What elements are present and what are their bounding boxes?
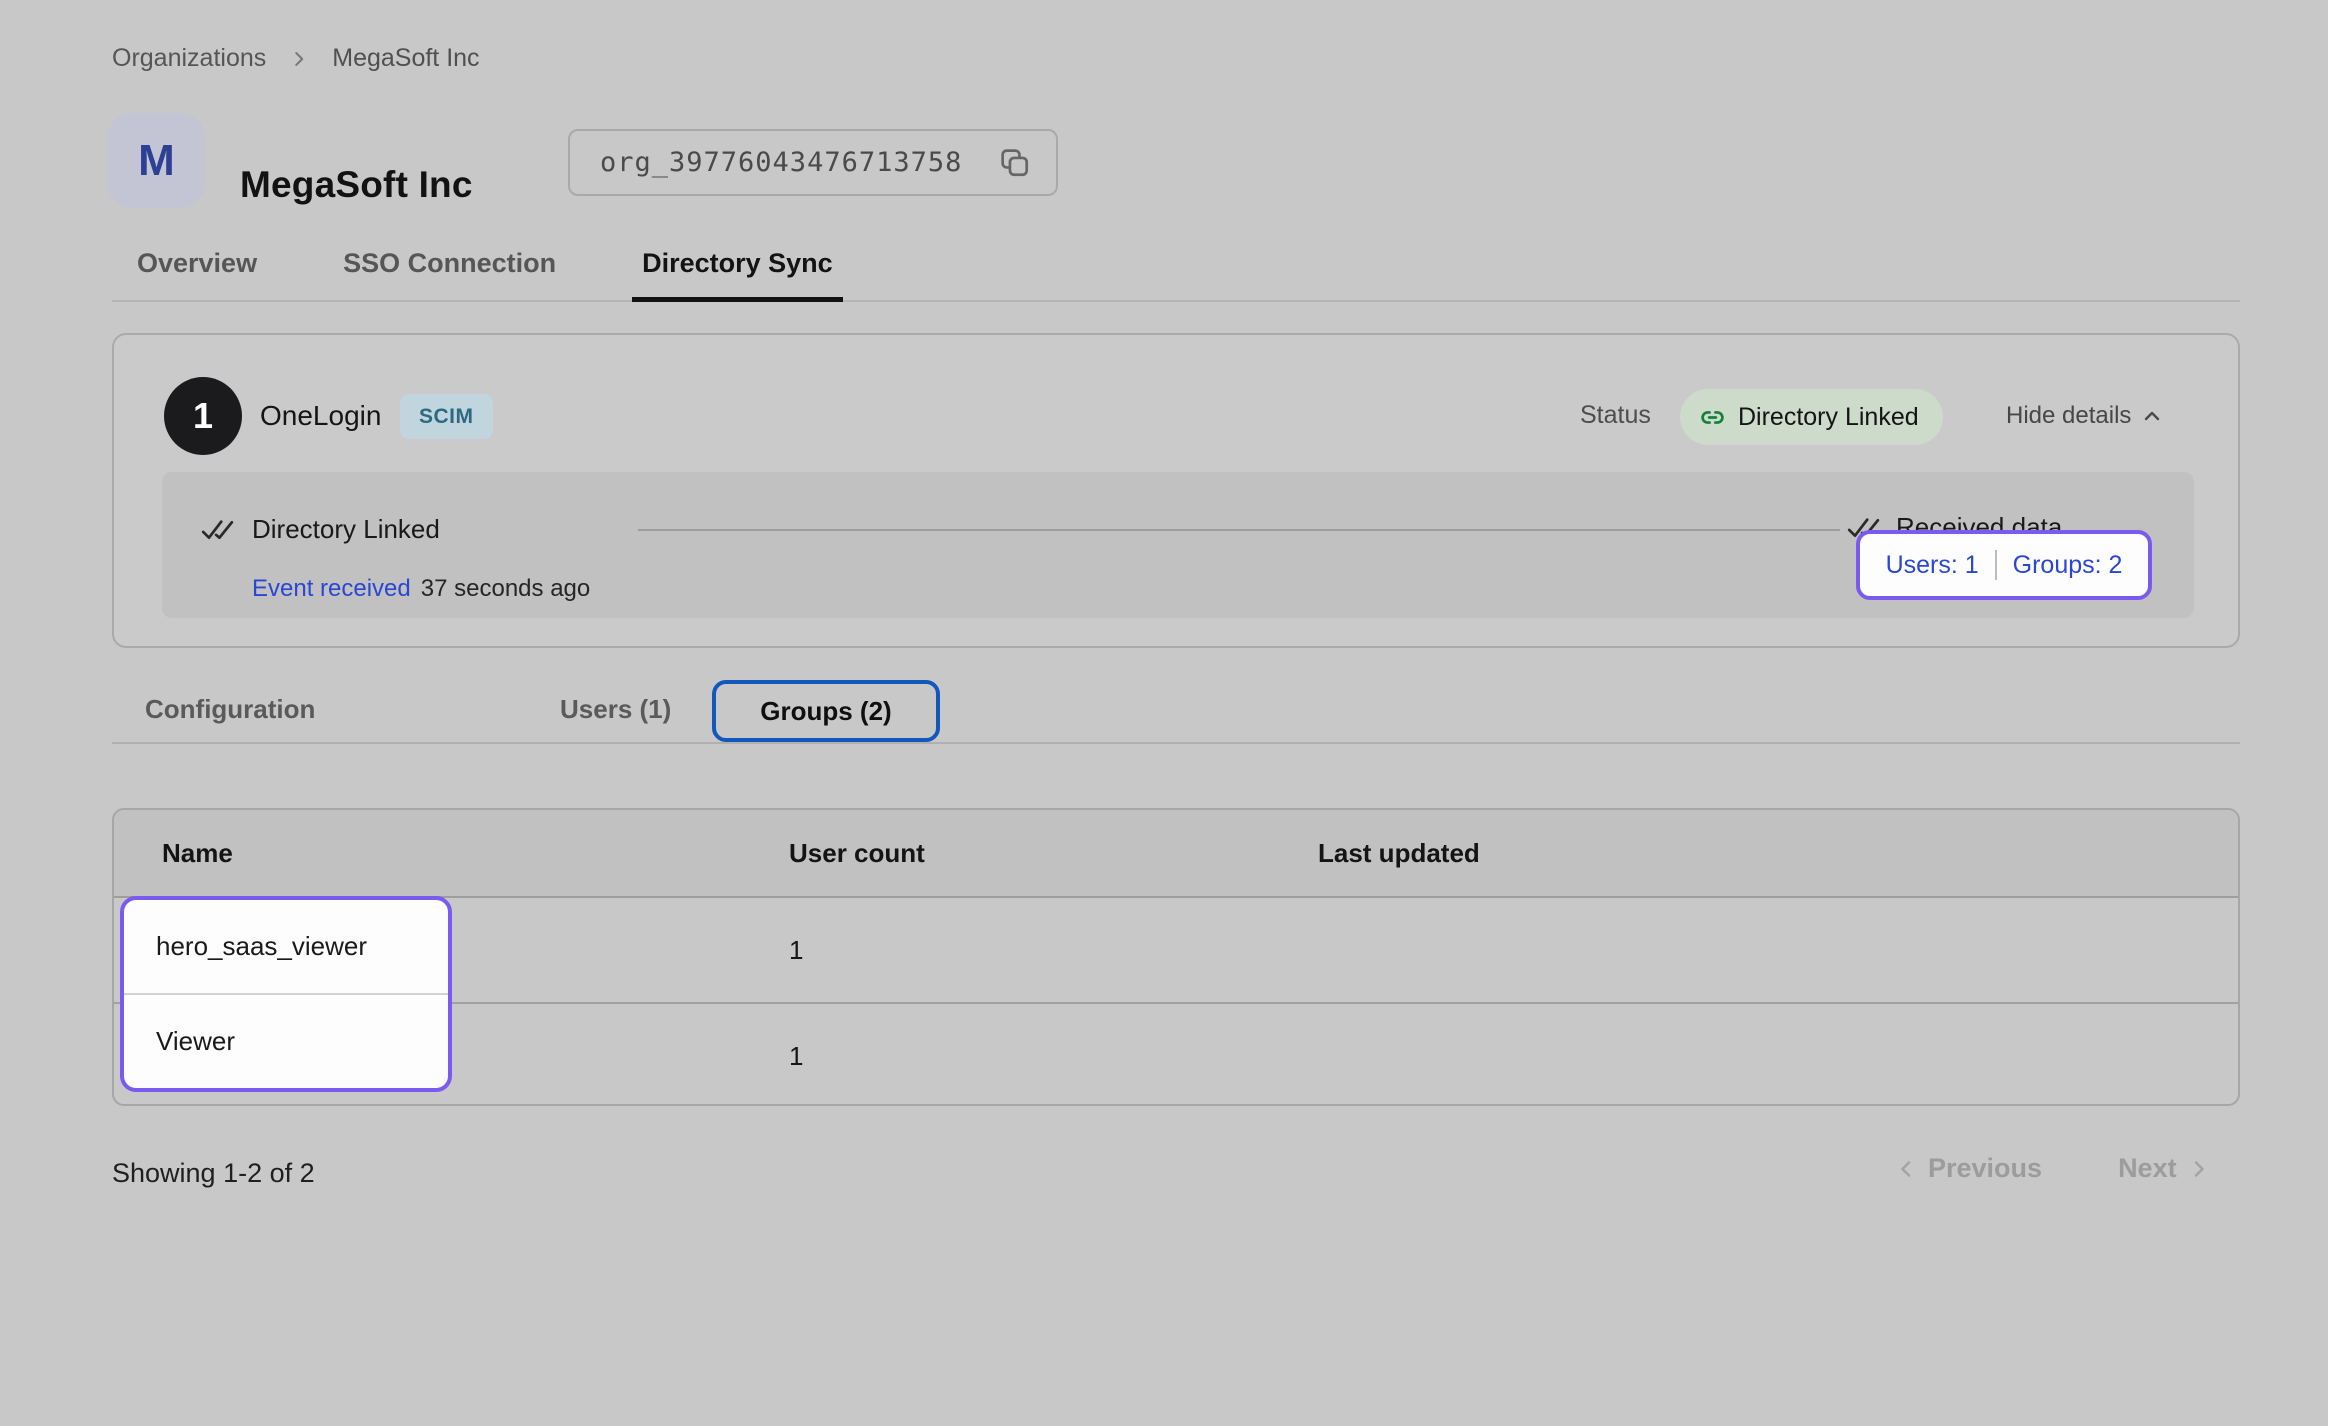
column-header-name: Name	[114, 838, 789, 869]
chevron-up-icon	[2140, 404, 2164, 428]
next-button[interactable]: Next	[2112, 1152, 2217, 1185]
pagination: Previous Next	[1888, 1152, 2217, 1185]
status-badge: Directory Linked	[1680, 389, 1943, 445]
subtab-groups-highlight-box[interactable]: Groups (2)	[712, 680, 940, 742]
tab-sso-connection[interactable]: SSO Connection	[343, 230, 556, 300]
org-avatar: M	[108, 113, 205, 208]
table-header-row: Name User count Last updated	[114, 810, 2238, 898]
subtab-groups[interactable]: Groups (2)	[760, 696, 891, 727]
org-tabs: Overview SSO Connection Directory Sync	[112, 230, 2240, 302]
directory-sync-card: 1 OneLogin SCIM Status Directory Linked …	[112, 333, 2240, 648]
breadcrumb-current-org: MegaSoft Inc	[332, 44, 479, 73]
event-received-time: 37 seconds ago	[421, 575, 590, 603]
users-count-link[interactable]: Users: 1	[1886, 551, 1979, 580]
chevron-left-icon	[1894, 1157, 1918, 1181]
column-header-last-updated: Last updated	[1318, 838, 2238, 869]
previous-label: Previous	[1928, 1153, 2042, 1184]
org-id-chip[interactable]: org_39776043476713758	[568, 129, 1058, 196]
copy-icon	[996, 144, 1034, 182]
tab-directory-sync[interactable]: Directory Sync	[642, 230, 833, 300]
groups-count-link[interactable]: Groups: 2	[2013, 551, 2123, 580]
page-title: MegaSoft Inc	[240, 161, 473, 209]
org-avatar-initial: M	[138, 136, 175, 186]
org-id-value: org_39776043476713758	[600, 147, 962, 178]
timeline-connector-line	[638, 529, 1840, 531]
step-number-text: 1	[193, 395, 213, 437]
link-icon	[1698, 403, 1727, 432]
sync-sub-tabs: Configuration Users (1) Groups (2)	[112, 676, 2240, 744]
status-badge-text: Directory Linked	[1738, 403, 1919, 432]
group-name-cell: Viewer	[124, 993, 448, 1088]
directory-sync-page: Organizations MegaSoft Inc M MegaSoft In…	[0, 0, 2328, 1426]
group-name-cell: hero_saas_viewer	[124, 900, 448, 993]
counts-divider	[1995, 550, 1997, 580]
cell-user-count: 1	[789, 935, 1318, 966]
directory-step-number: 1	[164, 377, 242, 455]
event-received-link[interactable]: Event received	[252, 575, 411, 603]
group-names-highlight-box: hero_saas_viewer Viewer	[120, 896, 452, 1092]
chevron-right-icon	[288, 48, 310, 70]
hide-details-label: Hide details	[2006, 402, 2131, 430]
copy-button[interactable]	[996, 144, 1034, 182]
event-received-line: Event received 37 seconds ago	[252, 575, 590, 603]
next-label: Next	[2118, 1153, 2177, 1184]
hide-details-button[interactable]: Hide details	[2000, 401, 2170, 431]
cell-user-count: 1	[789, 1041, 1318, 1072]
timeline-step-title: Directory Linked	[252, 514, 440, 545]
protocol-badge: SCIM	[400, 394, 493, 439]
groups-table-wrap: Name User count Last updated 1 1 hero_sa…	[112, 808, 2240, 1106]
double-check-icon	[200, 517, 236, 543]
timeline-step-directory-linked: Directory Linked	[200, 514, 440, 545]
directory-provider-name: OneLogin	[260, 396, 381, 436]
sync-timeline-panel: Directory Linked Event received 37 secon…	[162, 472, 2194, 618]
pagination-summary: Showing 1-2 of 2	[112, 1158, 315, 1189]
breadcrumb: Organizations MegaSoft Inc	[112, 44, 480, 73]
status-label: Status	[1580, 401, 1651, 430]
subtab-users[interactable]: Users (1)	[560, 676, 671, 742]
previous-button[interactable]: Previous	[1888, 1152, 2048, 1185]
column-header-user-count: User count	[789, 838, 1318, 869]
chevron-right-icon	[2187, 1157, 2211, 1181]
subtab-configuration[interactable]: Configuration	[145, 676, 315, 742]
breadcrumb-organizations[interactable]: Organizations	[112, 44, 266, 73]
tab-overview[interactable]: Overview	[137, 230, 257, 300]
received-counts-highlight-box: Users: 1 Groups: 2	[1856, 530, 2152, 600]
